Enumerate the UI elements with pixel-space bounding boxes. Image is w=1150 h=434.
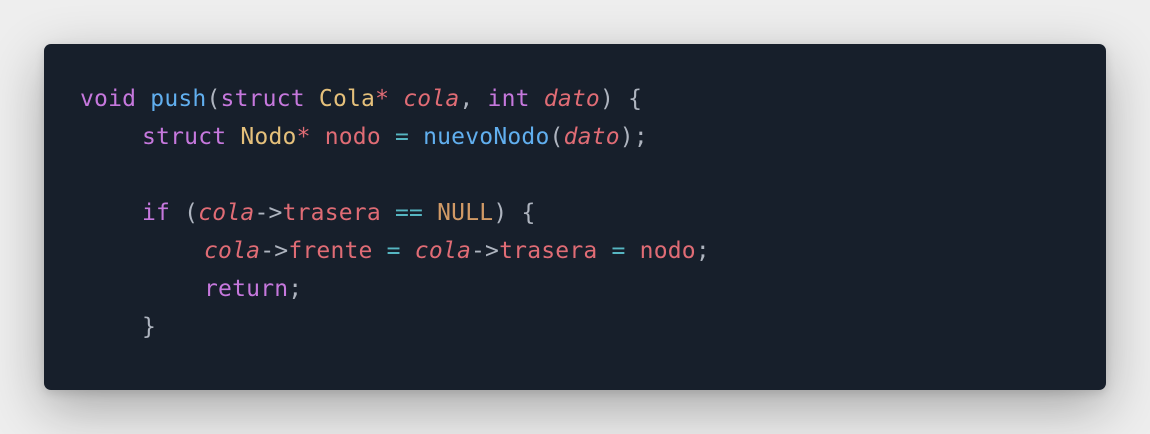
code-line: if (cola->trasera == NULL) {: [80, 194, 710, 232]
code-token: NULL: [437, 200, 494, 226]
code-token: ->: [254, 200, 283, 226]
code-window: void push(struct Cola* cola, int dato) {…: [44, 44, 1106, 390]
code-token: ==: [394, 200, 424, 226]
code-token: trasera: [282, 200, 381, 226]
code-token: (: [549, 124, 564, 150]
code-token: struct: [142, 124, 227, 150]
code-token: nuevoNodo: [423, 124, 550, 150]
code-line: void push(struct Cola* cola, int dato) {: [80, 80, 710, 118]
code-token: ): [619, 124, 634, 150]
code-token: }: [142, 314, 157, 340]
code-token: if: [142, 200, 171, 226]
code-token: *: [296, 124, 311, 150]
code-token: cola: [204, 238, 261, 264]
code-token: void: [80, 86, 137, 112]
code-token: struct: [220, 86, 305, 112]
code-token: =: [394, 124, 410, 150]
code-token: =: [386, 238, 401, 264]
code-token: dato: [543, 86, 600, 112]
code-token: ,: [459, 86, 474, 112]
code-token: *: [375, 86, 390, 112]
code-token: {: [628, 86, 643, 112]
code-token: ;: [633, 124, 648, 150]
code-line: cola->frente = cola->trasera = nodo;: [80, 232, 710, 270]
code-token: return: [204, 276, 289, 302]
code-token: Nodo: [240, 124, 297, 150]
code-token: int: [487, 86, 530, 112]
code-token: dato: [563, 124, 620, 150]
code-token: ): [493, 200, 508, 226]
code-token: cola: [198, 200, 255, 226]
code-token: trasera: [499, 238, 598, 264]
code-line: }: [80, 308, 710, 346]
code-token: frente: [288, 238, 373, 264]
code-token: cola: [414, 238, 471, 264]
code-token: {: [521, 200, 536, 226]
code-line: struct Nodo* nodo = nuevoNodo(dato);: [80, 118, 710, 156]
code-token: nodo: [639, 238, 696, 264]
code-line: return;: [80, 270, 710, 308]
code-token: =: [611, 238, 626, 264]
code-token: ;: [695, 238, 710, 264]
code-token: (: [184, 200, 199, 226]
code-token: Cola: [318, 86, 376, 112]
code-token: ->: [260, 238, 289, 264]
code-block: void push(struct Cola* cola, int dato) {…: [80, 80, 710, 346]
code-token: (: [206, 86, 221, 112]
code-token: ): [599, 86, 615, 112]
code-token: nodo: [324, 124, 381, 150]
code-token: push: [150, 86, 207, 112]
code-token: cola: [403, 86, 460, 112]
code-token: ;: [288, 276, 303, 302]
code-token: ->: [471, 238, 500, 264]
